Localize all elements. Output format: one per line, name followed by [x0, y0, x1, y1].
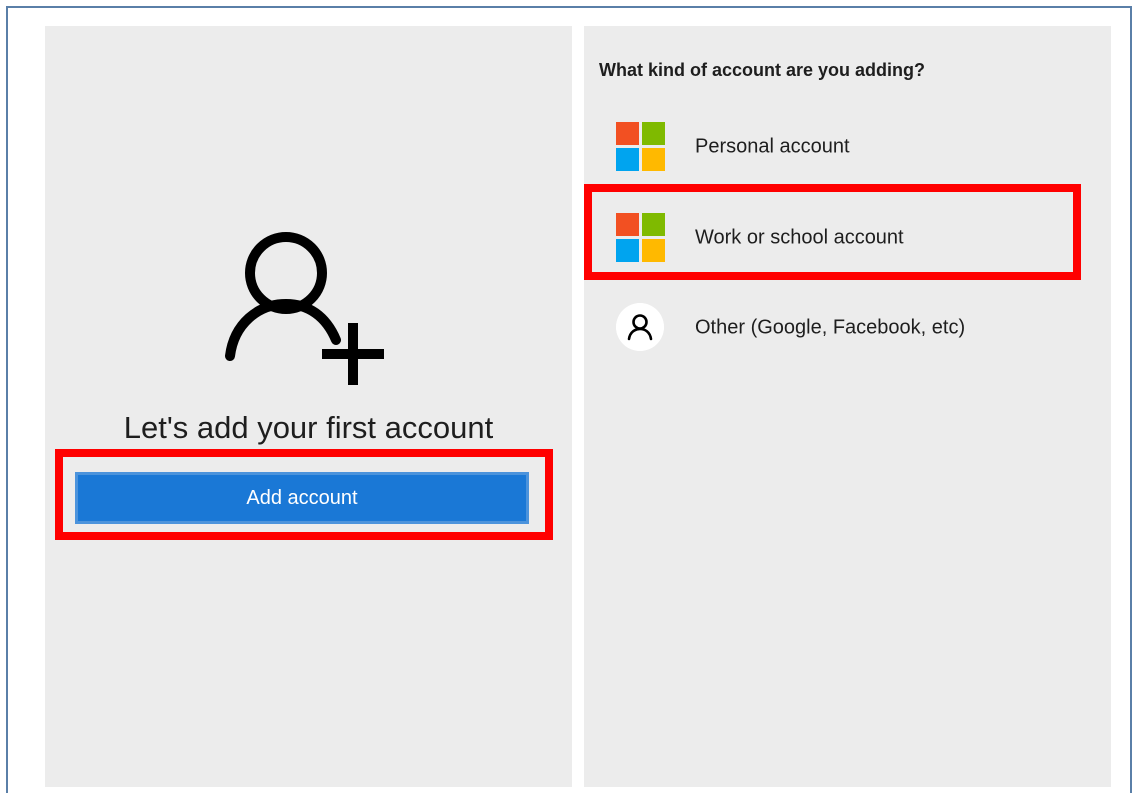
account-type-question: What kind of account are you adding? — [599, 60, 926, 80]
other-account-option[interactable]: Other (Google, Facebook, etc) — [584, 286, 1111, 370]
add-account-highlight — [55, 449, 553, 540]
personal-account-label: Personal account — [695, 135, 850, 158]
microsoft-logo-icon — [616, 122, 666, 172]
work-school-highlight — [584, 184, 1081, 280]
personal-account-option[interactable]: Personal account — [584, 105, 1111, 189]
other-account-label: Other (Google, Facebook, etc) — [695, 316, 966, 339]
first-account-heading: Let's add your first account — [123, 410, 494, 445]
add-user-icon — [225, 232, 384, 385]
left-panel — [45, 26, 572, 787]
person-icon — [616, 303, 664, 351]
